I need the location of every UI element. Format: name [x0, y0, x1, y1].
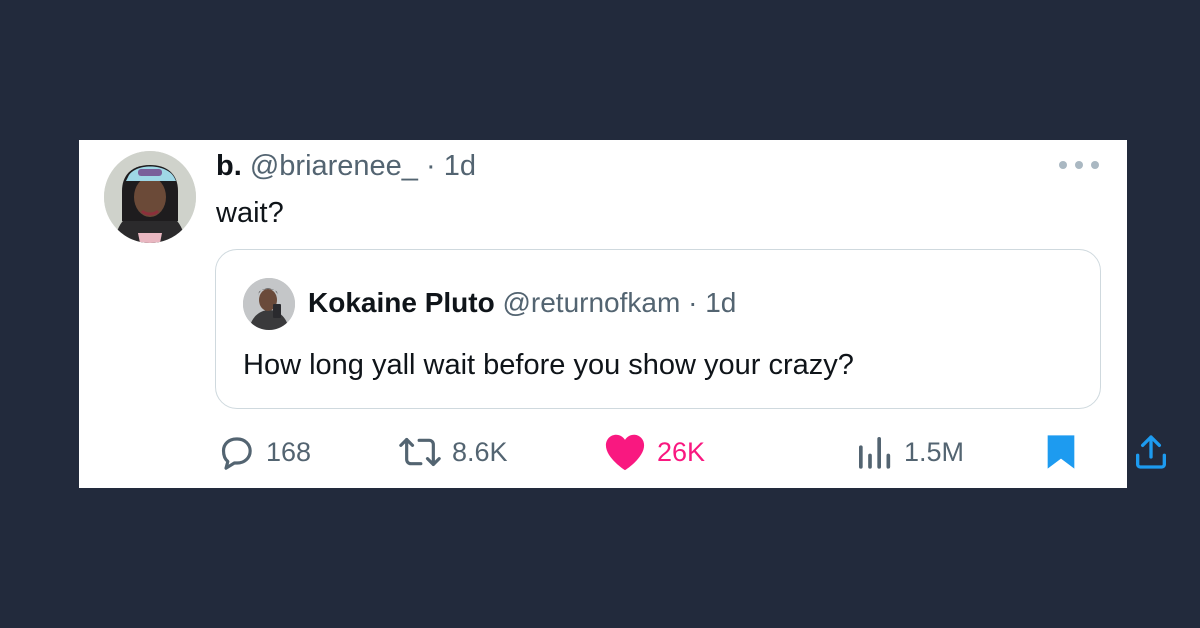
reply-icon	[221, 437, 252, 470]
quoted-header-separator: ·	[688, 287, 698, 318]
quoted-author-avatar[interactable]	[243, 278, 295, 330]
like-button[interactable]: 26K	[603, 428, 705, 476]
tweet-header: b. @briarenee_ · 1d	[216, 149, 476, 183]
quoted-tweet-text: How long yall wait before you show your …	[243, 349, 854, 381]
tweet-timestamp[interactable]: 1d	[444, 150, 476, 182]
tweet-card[interactable]: b. @briarenee_ · 1d wait? Kokaine Pluto …	[79, 140, 1166, 488]
header-separator: ·	[426, 150, 436, 182]
author-avatar[interactable]	[104, 151, 196, 243]
retweet-button[interactable]: 8.6K	[398, 428, 508, 476]
like-count: 26K	[657, 436, 706, 467]
tweet-text: wait?	[216, 197, 284, 229]
retweet-count: 8.6K	[452, 436, 508, 467]
heart-icon	[605, 434, 645, 471]
reply-count: 168	[266, 436, 312, 467]
author-avatar-image	[104, 151, 196, 243]
more-dot-icon	[1091, 161, 1099, 169]
views-button[interactable]: 1.5M	[854, 428, 964, 476]
quoted-tweet-timestamp[interactable]: 1d	[705, 287, 736, 318]
retweet-icon	[399, 437, 441, 467]
views-icon	[859, 437, 891, 469]
bookmark-icon	[1047, 435, 1075, 469]
author-handle[interactable]: @briarenee_	[250, 150, 418, 182]
bookmark-button[interactable]	[1044, 428, 1078, 476]
quoted-author-display-name[interactable]: Kokaine Pluto	[308, 287, 495, 318]
quoted-tweet[interactable]: Kokaine Pluto @returnofkam · 1d How long…	[215, 249, 1101, 409]
quoted-author-avatar-image	[243, 278, 295, 330]
quoted-tweet-header: Kokaine Pluto @returnofkam · 1d	[308, 286, 736, 320]
quoted-author-handle[interactable]: @returnofkam	[502, 287, 680, 318]
more-dot-icon	[1059, 161, 1067, 169]
views-count: 1.5M	[904, 436, 965, 467]
share-button[interactable]	[1131, 428, 1171, 476]
reply-button[interactable]: 168	[216, 428, 311, 476]
author-display-name[interactable]: b.	[216, 150, 242, 182]
tweet-actions-bar: 168 8.6K 26K 1.5M	[216, 428, 1166, 476]
share-icon	[1136, 435, 1166, 469]
more-dot-icon	[1075, 161, 1083, 169]
more-options-button[interactable]	[1059, 158, 1099, 172]
